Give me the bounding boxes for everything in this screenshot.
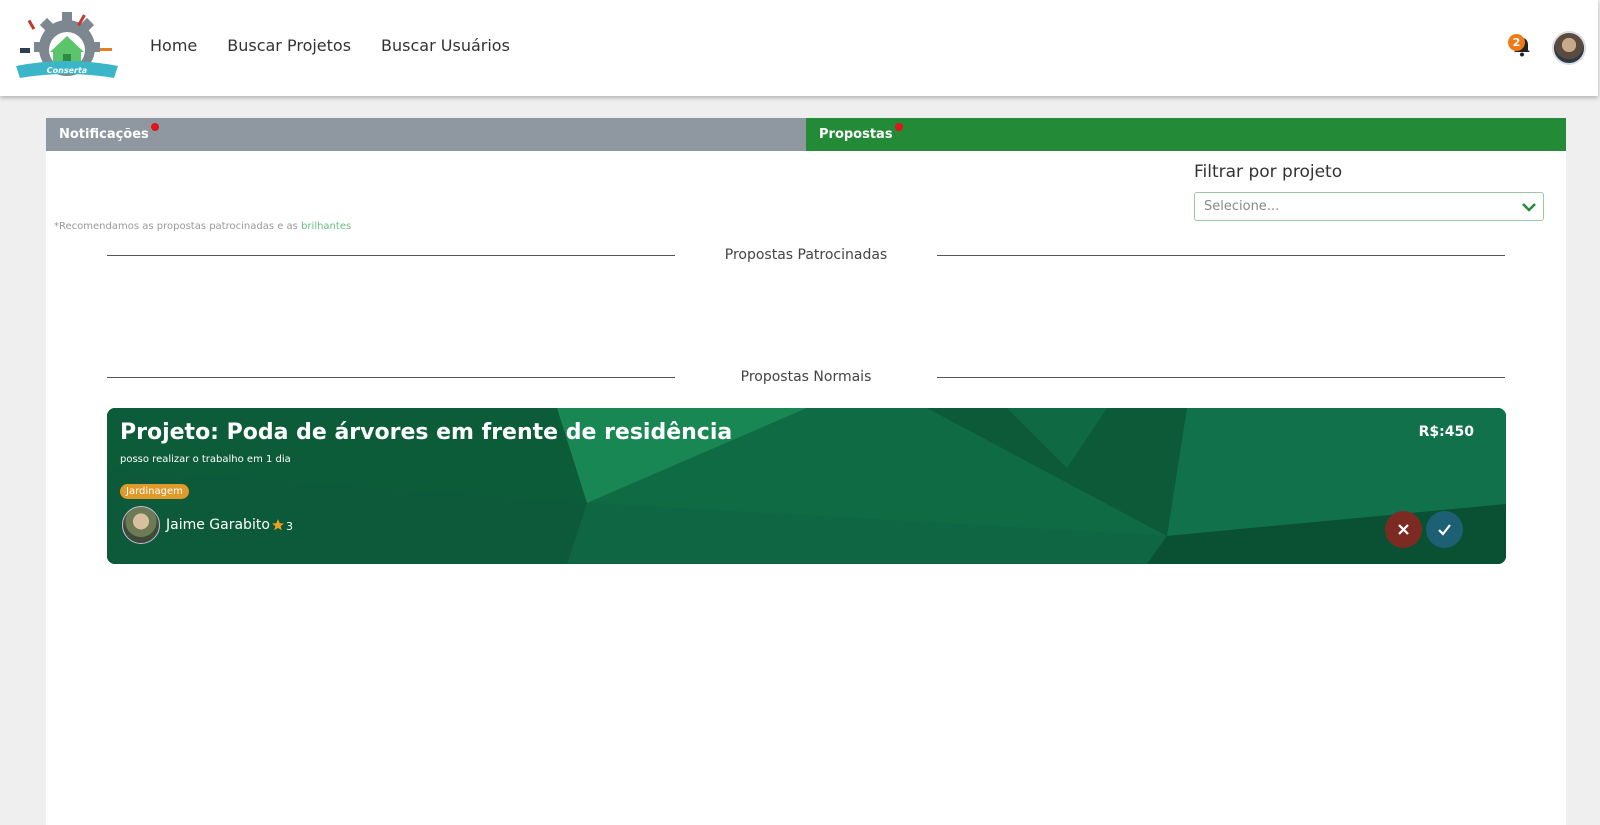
- section-divider-normal: Propostas Normais: [107, 367, 1505, 389]
- section-title-normal: Propostas Normais: [740, 369, 872, 385]
- project-filter-select[interactable]: Selecione...: [1194, 192, 1544, 221]
- proposal-price: R$:450: [1418, 424, 1474, 440]
- top-navbar: Conserta Home Buscar Projetos Buscar Usu…: [0, 0, 1598, 96]
- nav-buscar-usuarios[interactable]: Buscar Usuários: [381, 36, 510, 55]
- select-placeholder: Selecione...: [1204, 199, 1280, 214]
- note-text: *Recomendamos as propostas patrocinadas …: [54, 221, 302, 232]
- filter-label: Filtrar por projeto: [1194, 162, 1343, 182]
- star-icon: [272, 519, 284, 531]
- nav-home[interactable]: Home: [150, 36, 197, 55]
- proposal-description: posso realizar o trabalho em 1 dia: [120, 454, 291, 465]
- user-avatar[interactable]: [1552, 31, 1586, 65]
- close-icon: [1398, 524, 1409, 535]
- main-nav: Home Buscar Projetos Buscar Usuários: [150, 36, 510, 55]
- reject-proposal-button[interactable]: [1385, 511, 1422, 548]
- svg-text:Conserta: Conserta: [47, 66, 87, 75]
- tab-propostas-label: Propostas: [819, 127, 893, 142]
- proposer-avatar[interactable]: [122, 506, 160, 544]
- main-panel: Notificações Propostas Filtrar por proje…: [46, 118, 1566, 825]
- unread-dot-icon: [894, 123, 903, 131]
- note-highlight: brilhantes: [301, 221, 352, 232]
- section-title-sponsored: Propostas Patrocinadas: [724, 247, 888, 263]
- tab-propostas[interactable]: Propostas: [806, 118, 1566, 151]
- recommendation-note: *Recomendamos as propostas patrocinadas …: [54, 221, 351, 232]
- tab-notificacoes-label: Notificações: [59, 127, 149, 142]
- tab-notificacoes[interactable]: Notificações: [46, 118, 806, 151]
- check-icon: [1438, 524, 1451, 536]
- accept-proposal-button[interactable]: [1426, 511, 1463, 548]
- chevron-down-icon: [1522, 203, 1536, 212]
- proposal-title: Projeto: Poda de árvores em frente de re…: [120, 420, 733, 445]
- proposer-name[interactable]: Jaime Garabito: [166, 517, 270, 533]
- nav-buscar-projetos[interactable]: Buscar Projetos: [227, 36, 351, 55]
- unread-dot-icon: [150, 123, 159, 131]
- proposal-card[interactable]: Projeto: Poda de árvores em frente de re…: [107, 408, 1506, 564]
- proposer-rating: 3: [286, 520, 293, 533]
- section-divider-sponsored: Propostas Patrocinadas: [107, 245, 1505, 267]
- category-tag[interactable]: Jardinagem: [120, 484, 189, 499]
- conserta-logo[interactable]: Conserta: [12, 8, 122, 84]
- notification-count-badge[interactable]: 2: [1508, 34, 1525, 51]
